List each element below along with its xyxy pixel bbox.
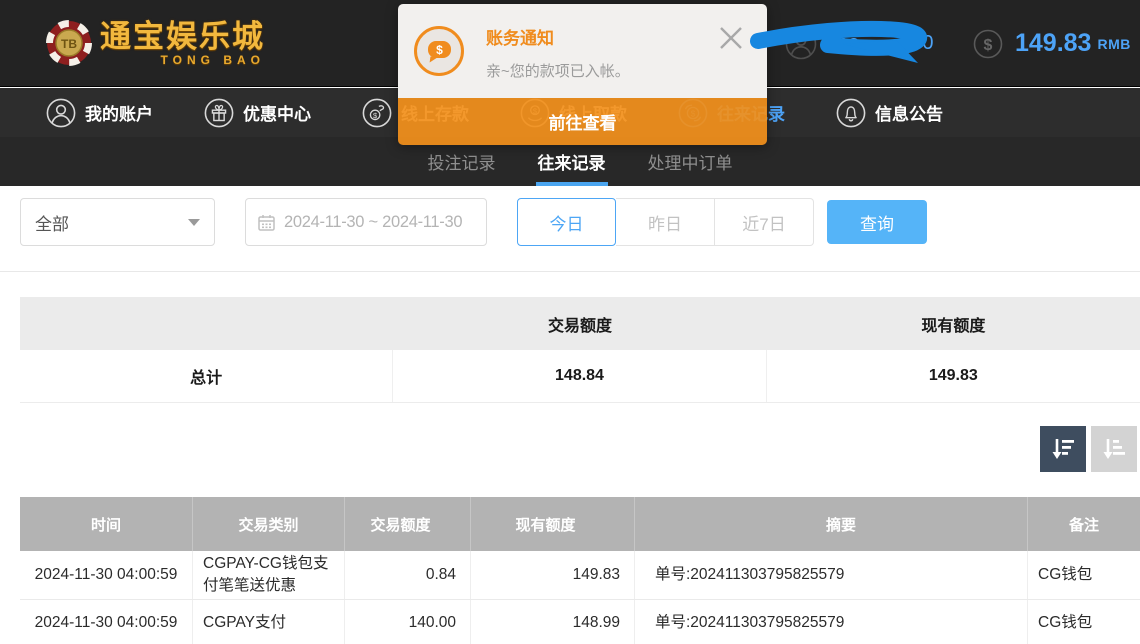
cell-trade-amount: 140.00	[345, 600, 471, 644]
search-button[interactable]: 查询	[827, 200, 927, 244]
records-col-trade-amount: 交易额度	[345, 497, 471, 551]
summary-total-row: 总计 148.84 149.83	[20, 350, 1140, 403]
summary-total-label: 总计	[20, 350, 393, 402]
svg-text:$: $	[984, 37, 993, 54]
quick-range-today[interactable]: 今日	[517, 198, 616, 246]
user-account-summary[interactable]: che90	[785, 0, 934, 87]
account-notification-popup: $ 账务通知 亲~您的款项已入帐。 前往查看	[398, 4, 767, 145]
nav-item-my-account[interactable]: 我的账户	[46, 98, 153, 128]
wallet-balance[interactable]: $ 149.83 RMB	[973, 0, 1131, 87]
cell-type: CGPAY-CG钱包支付笔笔送优惠	[193, 551, 345, 599]
cell-current-amount: 149.83	[471, 551, 635, 599]
bell-icon	[836, 98, 866, 128]
summary-col-current-amount: 现有额度	[767, 297, 1140, 350]
records-col-summary: 摘要	[635, 497, 1028, 551]
quick-range-yesterday[interactable]: 昨日	[616, 198, 715, 246]
notification-title: 账务通知	[486, 24, 554, 49]
cell-current-amount: 148.99	[471, 600, 635, 644]
records-table: 时间 交易类别 交易额度 现有额度 摘要 备注 2024-11-30 04:00…	[20, 497, 1140, 644]
summary-col-trade-amount: 交易额度	[393, 297, 766, 350]
cell-note: CG钱包	[1028, 600, 1140, 644]
type-select[interactable]: 全部	[20, 198, 215, 246]
summary-table: 交易额度 现有额度 总计 148.84 149.83	[20, 297, 1140, 403]
records-table-header: 时间 交易类别 交易额度 现有额度 摘要 备注	[20, 497, 1140, 551]
sort-ascending-icon	[1100, 435, 1128, 463]
brand-logo[interactable]: TB 通宝娱乐城 TONG BAO	[46, 20, 265, 66]
cell-summary: 单号:202411303795825579	[635, 551, 1028, 599]
brand-text: 通宝娱乐城 TONG BAO	[100, 21, 265, 66]
sort-ascending-button[interactable]	[1091, 426, 1137, 472]
quick-range-group: 今日 昨日 近7日	[517, 198, 814, 246]
chevron-down-icon	[188, 219, 200, 226]
section-divider	[0, 271, 1140, 272]
sort-descending-button[interactable]	[1040, 426, 1086, 472]
type-select-value: 全部	[35, 210, 188, 235]
person-icon	[785, 28, 817, 60]
close-icon[interactable]	[717, 24, 745, 52]
casino-chip-logo-icon: TB	[46, 20, 92, 66]
summary-total-trade-amount: 148.84	[393, 350, 766, 402]
summary-total-current-amount: 149.83	[767, 350, 1140, 402]
records-col-current-amount: 现有额度	[471, 497, 635, 551]
quick-range-last7days[interactable]: 近7日	[715, 198, 814, 246]
cell-note: CG钱包	[1028, 551, 1140, 599]
notification-body: $ 账务通知 亲~您的款项已入帐。	[398, 4, 767, 98]
balance-amount: 149.83	[1015, 29, 1091, 58]
cell-summary: 单号:202411303795825579	[635, 600, 1028, 644]
nav-item-promotions[interactable]: 优惠中心	[204, 98, 311, 128]
cell-type: CGPAY支付	[193, 600, 345, 644]
sort-controls	[1040, 426, 1137, 472]
summary-col-blank	[20, 297, 393, 350]
date-range-value: 2024-11-30 ~ 2024-11-30	[284, 213, 462, 232]
svg-text:TB: TB	[61, 37, 77, 51]
brand-name-cn: 通宝娱乐城	[100, 21, 265, 52]
records-col-type: 交易类别	[193, 497, 345, 551]
summary-table-header: 交易额度 现有额度	[20, 297, 1140, 350]
table-row: 2024-11-30 04:00:59 CGPAY-CG钱包支付笔笔送优惠 0.…	[20, 551, 1140, 600]
sort-descending-icon	[1049, 435, 1077, 463]
records-col-time: 时间	[20, 497, 193, 551]
cell-trade-amount: 0.84	[345, 551, 471, 599]
nav-item-announcements[interactable]: 信息公告	[836, 98, 943, 128]
cell-time: 2024-11-30 04:00:59	[20, 600, 193, 644]
money-chat-bubble-icon: $	[414, 26, 464, 76]
transaction-records-page: TB 通宝娱乐城 TONG BAO che90 $ 149.83 RM	[0, 0, 1140, 644]
deposit-coin-icon: $	[362, 98, 392, 128]
date-range-input[interactable]: 2024-11-30 ~ 2024-11-30	[245, 198, 487, 246]
person-icon	[46, 98, 76, 128]
filter-toolbar: 全部 2024-11-30 ~ 2024-11-30 今日 昨日 近7日 查询	[0, 198, 1140, 246]
go-view-button[interactable]: 前往查看	[398, 98, 767, 145]
dollar-coin-icon: $	[973, 29, 1003, 59]
calendar-icon	[258, 214, 275, 231]
brand-name-en: TONG BAO	[100, 54, 265, 66]
cell-time: 2024-11-30 04:00:59	[20, 551, 193, 599]
records-col-note: 备注	[1028, 497, 1140, 551]
balance-currency: RMB	[1097, 36, 1130, 52]
gift-icon	[204, 98, 234, 128]
username-text: che90	[827, 32, 934, 55]
notification-message: 亲~您的款项已入帐。	[486, 60, 630, 81]
table-row: 2024-11-30 04:00:59 CGPAY支付 140.00 148.9…	[20, 600, 1140, 644]
